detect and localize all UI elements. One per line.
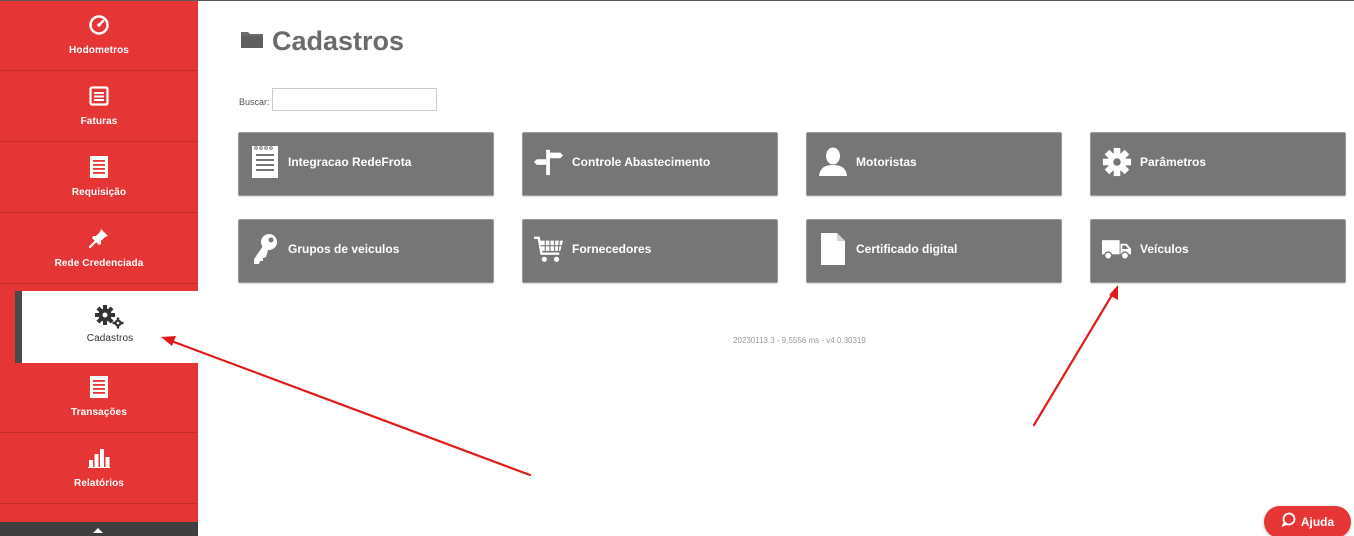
signpost-icon — [534, 145, 564, 179]
tile-label: Grupos de veiculos — [288, 242, 400, 256]
search-label: Buscar: — [239, 96, 270, 107]
document-lines-icon — [250, 145, 280, 179]
tile-grupos-de-veiculos[interactable]: Grupos de veiculos — [238, 219, 494, 283]
page-title: Cadastros — [240, 24, 404, 58]
tile-fornecedores[interactable]: Fornecedores — [522, 219, 778, 283]
truck-icon — [1102, 232, 1132, 266]
cart-icon — [534, 232, 564, 266]
version-info: 20230113.3 - 9,5556 ms - v4.0.30319 — [733, 336, 866, 345]
tile-parametros[interactable]: Parâmetros — [1090, 132, 1346, 196]
key-icon — [250, 232, 280, 266]
document-list-icon — [0, 375, 198, 399]
page-title-text: Cadastros — [272, 25, 405, 56]
sidebar-item-relatorios[interactable]: Relatórios — [0, 434, 198, 504]
tile-label: Veículos — [1140, 242, 1189, 256]
chat-bubble-icon — [1281, 512, 1296, 532]
annotation-arrow-cadastros — [164, 337, 532, 477]
sidebar-item-label: Rede Credenciada — [54, 258, 144, 269]
folder-icon — [240, 29, 264, 54]
sidebar-item-label: Cadastros — [86, 333, 134, 344]
user-icon — [818, 145, 848, 179]
tile-label: Integracao RedeFrota — [288, 155, 412, 169]
top-border — [0, 0, 1354, 1]
tile-label: Fornecedores — [572, 242, 652, 256]
search-bar: Buscar: — [239, 88, 437, 111]
arrowhead-veiculos — [1109, 285, 1118, 300]
tile-label: Certificado digital — [856, 242, 958, 256]
sidebar-item-transacoes[interactable]: Transações — [0, 363, 198, 433]
tile-certificado-digital[interactable]: Certificado digital — [806, 219, 1062, 283]
search-input[interactable] — [271, 88, 437, 111]
tile-label: Parâmetros — [1140, 155, 1207, 169]
sidebar-item-label: Relatórios — [74, 478, 124, 489]
document-list-icon — [0, 155, 198, 179]
annotation-arrow-veiculos — [1032, 288, 1117, 427]
sidebar-item-label: Requisição — [71, 187, 127, 198]
tile-label: Motoristas — [856, 155, 917, 169]
tile-label: Controle Abastecimento — [572, 155, 711, 169]
sidebar-item-faturas[interactable]: Faturas — [0, 72, 198, 142]
gears-icon — [22, 305, 198, 329]
invoice-icon — [0, 84, 198, 108]
file-icon — [818, 232, 848, 266]
speedometer-icon — [0, 13, 198, 37]
sidebar-item-label: Transações — [70, 407, 128, 418]
sidebar-collapse-toggle[interactable] — [0, 522, 198, 536]
sidebar-item-requisicao[interactable]: Requisição — [0, 143, 198, 213]
sidebar-item-label: Faturas — [80, 116, 118, 127]
sidebar-item-cadastros[interactable]: Cadastros — [15, 291, 198, 363]
help-button[interactable]: Ajuda — [1264, 506, 1351, 536]
sidebar: Hodometros Faturas Requisição Rede Crede… — [0, 1, 198, 536]
tile-controle-abastecimento[interactable]: Controle Abastecimento — [522, 132, 778, 196]
tile-integracao-redefrota[interactable]: Integracao RedeFrota — [238, 132, 494, 196]
sidebar-item-hodometros[interactable]: Hodometros — [0, 1, 198, 71]
gear-icon — [1102, 145, 1132, 179]
bar-chart-icon — [0, 446, 198, 470]
pushpin-icon — [0, 226, 198, 250]
sidebar-item-rede-credenciada[interactable]: Rede Credenciada — [0, 214, 198, 284]
tile-motoristas[interactable]: Motoristas — [806, 132, 1062, 196]
help-button-label: Ajuda — [1300, 515, 1335, 529]
tile-veiculos[interactable]: Veículos — [1090, 219, 1346, 283]
chevron-up-icon — [93, 528, 103, 533]
sidebar-item-label: Hodometros — [69, 45, 129, 56]
